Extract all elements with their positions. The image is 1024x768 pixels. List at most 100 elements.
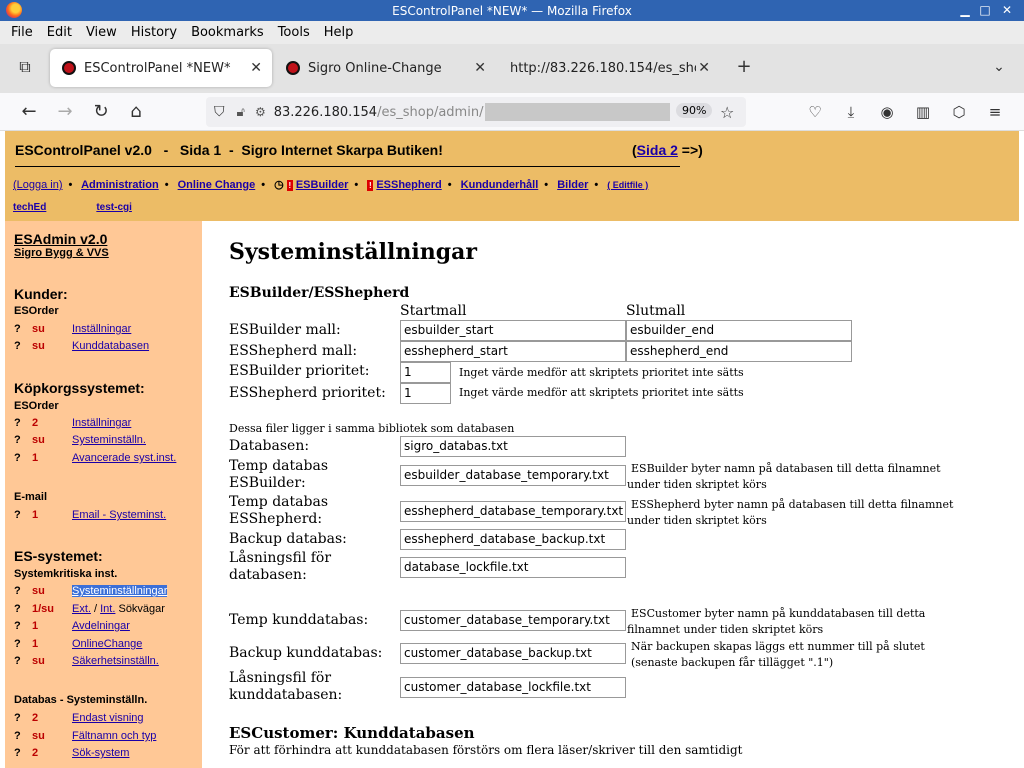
tab-sigro-online-change[interactable]: Sigro Online-Change ✕ (274, 49, 496, 87)
sidebar-item-endast-visning: ? 2 Endast visning (14, 712, 199, 728)
close-window-icon[interactable]: ✕ (998, 2, 1016, 18)
sida2-link[interactable]: Sida 2 (637, 142, 678, 158)
sidebar-subtitle[interactable]: Sigro Bygg & VVS (14, 247, 109, 259)
maximize-icon[interactable]: □ (976, 2, 994, 18)
help-icon[interactable]: ? (14, 452, 21, 464)
sidebar-link[interactable]: Inställningar (72, 417, 131, 429)
close-tab-icon[interactable]: ✕ (250, 60, 262, 76)
help-icon[interactable]: ? (14, 603, 21, 615)
bilder-link[interactable]: Bilder (557, 179, 588, 191)
menu-tools[interactable]: Tools (278, 25, 310, 40)
header-title: ESControlPanel v2.0 - Sida 1 - Sigro Int… (15, 142, 443, 158)
new-tab-icon[interactable]: + (733, 56, 755, 78)
teched-link[interactable]: techEd (13, 202, 46, 213)
sidebar-link[interactable]: Avdelningar (72, 620, 130, 632)
tab-overview-icon[interactable]: ⧉ (14, 56, 36, 78)
sidebar-link[interactable]: Säkerhetsinställn. (72, 655, 159, 667)
pocket-icon[interactable]: ♡ (804, 101, 826, 123)
menu-edit[interactable]: Edit (47, 25, 72, 40)
help-icon[interactable]: ? (14, 638, 21, 650)
sidebar-link[interactable]: Endast visning (72, 712, 144, 724)
url-bar[interactable]: ⛉ 🔓︎ ⚙ 83.226.180.154/es_shop/admin/ 90%… (206, 97, 746, 127)
close-tab-icon[interactable]: ✕ (474, 60, 486, 76)
menu-history[interactable]: History (131, 25, 177, 40)
access-level: su (32, 340, 45, 352)
sidebar-link[interactable]: Systeminställn. (72, 434, 146, 446)
tab-escontrolpanel[interactable]: ESControlPanel *NEW* ✕ (50, 49, 272, 87)
tab-url[interactable]: http://83.226.180.154/es_shop/or ✕ (498, 49, 720, 87)
sidebar-link[interactable]: Email - Systeminst. (72, 509, 166, 521)
int-link[interactable]: Int. (100, 603, 115, 615)
shield-icon[interactable]: ⛉ (214, 104, 225, 120)
editfile-link[interactable]: ( Editfile ) (607, 180, 648, 190)
sidebar-link[interactable]: Sök-system (72, 747, 129, 759)
permissions-icon[interactable]: ⚙ (255, 105, 266, 119)
bookmark-star-icon[interactable]: ☆ (720, 103, 734, 122)
help-icon[interactable]: ? (14, 730, 21, 742)
app-menu-icon[interactable]: ≡ (984, 101, 1006, 123)
temp-esshepherd-input[interactable]: esshepherd_database_temporary.txt (400, 501, 626, 522)
forward-icon[interactable]: → (54, 101, 76, 123)
help-icon[interactable]: ? (14, 620, 21, 632)
back-icon[interactable]: ← (18, 101, 40, 123)
header-divider (15, 166, 680, 167)
zoom-level[interactable]: 90% (676, 103, 713, 118)
menu-help[interactable]: Help (324, 25, 354, 40)
test-cgi-link[interactable]: test-cgi (96, 202, 132, 213)
help-icon[interactable]: ? (14, 434, 21, 446)
esshepherd-prio-input[interactable]: 1 (400, 383, 451, 404)
extensions-icon[interactable]: ⬡ (948, 101, 970, 123)
sidebar-link[interactable]: Fältnamn och typ (72, 730, 156, 742)
tab-label: http://83.226.180.154/es_shop/or (510, 60, 696, 76)
sidebar-link[interactable]: Avancerade syst.inst. (72, 452, 176, 464)
library-icon[interactable]: ▥ (912, 101, 934, 123)
help-icon[interactable]: ? (14, 340, 21, 352)
logga-in-link[interactable]: (Logga in) (13, 179, 63, 191)
downloads-icon[interactable]: ⤓ (840, 101, 862, 123)
menu-view[interactable]: View (86, 25, 117, 40)
online-change-link[interactable]: Online Change (178, 179, 256, 191)
minimize-icon[interactable]: ▁ (956, 2, 974, 18)
separator: / (90, 603, 101, 615)
sida2-nav: (Sida 2 =>) (632, 142, 703, 158)
kundunderhall-link[interactable]: Kundunderhåll (461, 179, 539, 191)
list-tabs-icon[interactable]: ⌄ (988, 56, 1010, 78)
esshepherd-start-input[interactable]: esshepherd_start (400, 341, 626, 362)
esshepherd-end-input[interactable]: esshepherd_end (626, 341, 852, 362)
close-tab-icon[interactable]: ✕ (698, 60, 710, 76)
help-icon[interactable]: ? (14, 417, 21, 429)
administration-link[interactable]: Administration (81, 179, 159, 191)
menu-file[interactable]: File (11, 25, 33, 40)
help-icon[interactable]: ? (14, 323, 21, 335)
help-icon[interactable]: ? (14, 747, 21, 759)
access-level: su (32, 585, 45, 597)
sidebar-link[interactable]: OnlineChange (72, 638, 142, 650)
esbuilder-end-input[interactable]: esbuilder_end (626, 320, 852, 341)
lock-db-input[interactable]: database_lockfile.txt (400, 557, 626, 578)
account-icon[interactable]: ◉ (876, 101, 898, 123)
help-icon[interactable]: ? (14, 655, 21, 667)
lock-kund-input[interactable]: customer_database_lockfile.txt (400, 677, 626, 698)
menu-bookmarks[interactable]: Bookmarks (191, 25, 264, 40)
ext-link[interactable]: Ext. (72, 603, 91, 615)
help-icon[interactable]: ? (14, 585, 21, 597)
home-icon[interactable]: ⌂ (125, 101, 147, 123)
backup-db-input[interactable]: esshepherd_database_backup.txt (400, 529, 626, 550)
esbuilder-start-input[interactable]: esbuilder_start (400, 320, 626, 341)
esbuilder-link[interactable]: ESBuilder (296, 179, 349, 191)
temp-kund-input[interactable]: customer_database_temporary.txt (400, 610, 626, 631)
backup-kund-input[interactable]: customer_database_backup.txt (400, 643, 626, 664)
temp-esbuilder-input[interactable]: esbuilder_database_temporary.txt (400, 465, 626, 486)
sidebar-link-selected[interactable]: Systeminställningar (72, 585, 168, 597)
sidebar-title[interactable]: ESAdmin v2.0 (14, 231, 107, 247)
esbuilder-prio-input[interactable]: 1 (400, 362, 451, 383)
help-icon[interactable]: ? (14, 509, 21, 521)
reload-icon[interactable]: ↻ (90, 101, 112, 123)
databasen-input[interactable]: sigro_databas.txt (400, 436, 626, 457)
esshepherd-link[interactable]: ESShepherd (376, 179, 441, 191)
sidebar-link[interactable]: Inställningar (72, 323, 131, 335)
sidebar-link[interactable]: Kunddatabasen (72, 340, 149, 352)
insecure-lock-icon[interactable]: 🔓︎ (237, 105, 245, 120)
help-icon[interactable]: ? (14, 712, 21, 724)
section-esbuilder-esshepherd: ESBuilder/ESShepherd (229, 285, 410, 301)
